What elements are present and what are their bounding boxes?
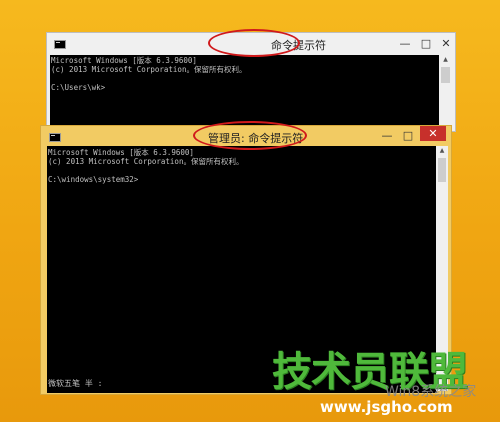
close-button[interactable]: ✕: [437, 35, 455, 53]
console-prompt: C:\windows\system32>: [48, 175, 139, 184]
console-line: (c) 2013 Microsoft Corporation。保留所有权利。: [48, 157, 244, 166]
console-prompt: C:\Users\wk>: [51, 83, 106, 92]
console-line: Microsoft Windows [版本 6.3.9600]: [48, 148, 194, 157]
title-bar[interactable]: 命令提示符 — □ ✕: [47, 33, 455, 55]
console-line: Microsoft Windows [版本 6.3.9600]: [51, 56, 197, 65]
scrollbar-thumb[interactable]: [441, 67, 450, 83]
ime-status: 微软五笔 半 :: [48, 379, 103, 388]
window-title: 命令提示符: [271, 39, 326, 52]
cmd-window-back[interactable]: 命令提示符 — □ ✕ Microsoft Windows [版本 6.3.96…: [46, 32, 456, 132]
close-button[interactable]: ✕: [420, 126, 446, 141]
scroll-up-arrow-icon[interactable]: ▲: [439, 55, 452, 65]
console-line: (c) 2013 Microsoft Corporation。保留所有权利。: [51, 65, 247, 74]
console-output[interactable]: Microsoft Windows [版本 6.3.9600] (c) 2013…: [50, 55, 439, 132]
scroll-up-arrow-icon[interactable]: ▲: [436, 146, 448, 156]
minimize-button[interactable]: —: [377, 127, 397, 145]
maximize-button[interactable]: □: [399, 127, 417, 145]
title-bar[interactable]: 管理员: 命令提示符 — □ ✕: [41, 126, 451, 146]
cmd-app-icon[interactable]: [54, 40, 66, 49]
watermark-site: www.jsgho.com: [320, 398, 453, 416]
window-title: 管理员: 命令提示符: [208, 132, 304, 145]
minimize-button[interactable]: —: [395, 35, 415, 53]
scrollbar-thumb[interactable]: [438, 158, 446, 182]
cmd-app-icon[interactable]: [49, 133, 61, 142]
vertical-scrollbar[interactable]: ▲: [439, 55, 452, 131]
maximize-button[interactable]: □: [417, 35, 435, 53]
